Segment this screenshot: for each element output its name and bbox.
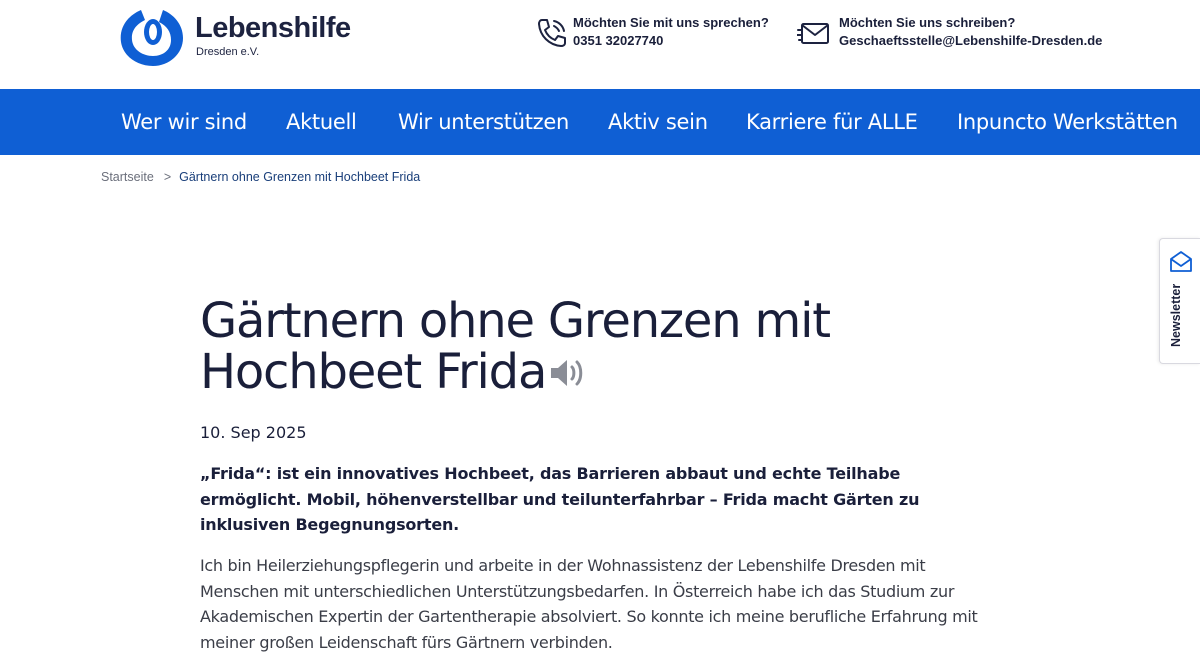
nav-item-wer-wir-sind[interactable]: Wer wir sind [121,110,247,134]
main-navigation: Wer wir sind Aktuell Wir unterstützen Ak… [0,89,1200,155]
breadcrumb-current: Gärtnern ohne Grenzen mit Hochbeet Frida [179,170,421,184]
nav-item-karriere-fuer-alle[interactable]: Karriere für ALLE [746,110,918,134]
nav-item-aktiv-sein[interactable]: Aktiv sein [608,110,708,134]
speaker-read-aloud-icon[interactable] [548,354,588,392]
phone-contact[interactable]: Möchten Sie mit uns sprechen? 0351 32027… [535,14,775,54]
nav-item-aktuell[interactable]: Aktuell [286,110,357,134]
newsletter-envelope-icon [1170,251,1192,272]
envelope-icon [797,23,829,44]
nav-item-wir-unterstuetzen[interactable]: Wir unterstützen [398,110,569,134]
logo-subtitle: Dresden e.V. [196,46,260,58]
article-body: Ich bin Heilerziehungspflegerin und arbe… [200,556,978,652]
phone-number[interactable]: 0351 32027740 [573,33,663,48]
article-date: 10. Sep 2025 [200,423,307,442]
mail-address[interactable]: Geschaeftsstelle@Lebenshilfe-Dresden.de [839,33,1102,48]
article-lead: „Frida“: ist ein innovatives Hochbeet, d… [200,464,920,534]
newsletter-label: Newsletter [1169,283,1183,347]
lebenshilfe-logo-icon [120,10,183,66]
mail-contact[interactable]: Möchten Sie uns schreiben? Geschaeftsste… [797,14,1107,54]
site-header: Lebenshilfe Dresden e.V. Möchten Sie mit… [0,0,1200,89]
newsletter-tab[interactable]: Newsletter [1159,238,1200,364]
site-logo[interactable]: Lebenshilfe Dresden e.V. [117,2,362,66]
breadcrumb-home-link[interactable]: Startseite [101,170,154,184]
page-title-line-2: Hochbeet Frida [200,344,547,400]
breadcrumb-separator: > [163,170,172,184]
nav-item-inpuncto-werkstaetten[interactable]: Inpuncto Werkstätten [957,110,1178,134]
logo-wordmark: Lebenshilfe [195,12,351,44]
page-title: Gärtnern ohne Grenzen mit Hochbeet Frida [200,296,900,398]
phone-title: Möchten Sie mit uns sprechen? [573,15,769,30]
breadcrumb: Startseite > Gärtnern ohne Grenzen mit Hoc… [101,170,420,184]
page-title-line-1: Gärtnern ohne Grenzen mit [200,293,831,349]
phone-icon [538,19,566,47]
mail-title: Möchten Sie uns schreiben? [839,15,1016,30]
